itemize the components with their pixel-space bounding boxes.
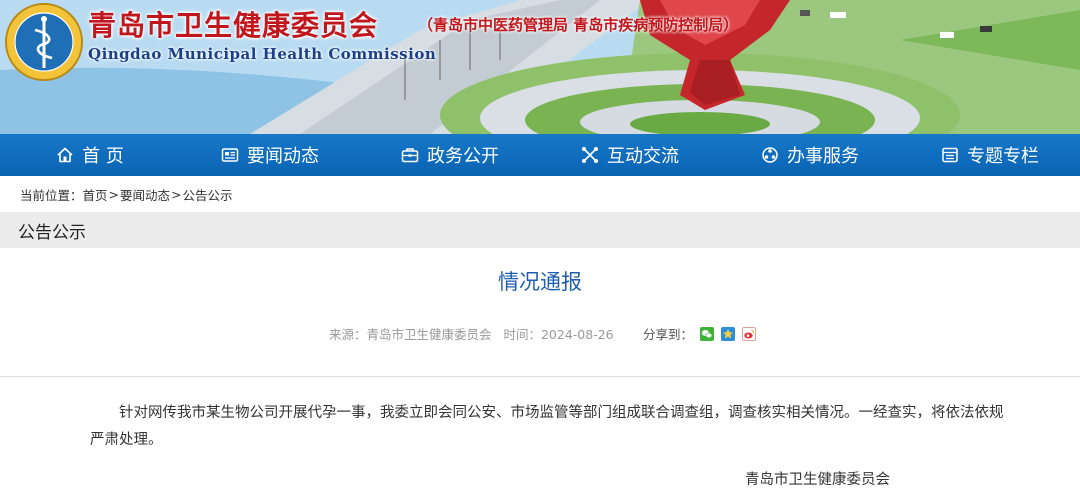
nav-item-label: 要闻动态 — [247, 146, 319, 167]
share-bar: 分享到： — [643, 324, 757, 343]
breadcrumb-separator: > — [171, 186, 182, 202]
nav-item-home[interactable]: 首 页 — [0, 134, 180, 176]
nav-item-news[interactable]: 要闻动态 — [180, 134, 360, 176]
article-body: 针对网传我市某生物公司开展代孕一事，我委立即会同公安、市场监管等部门组成联合调查… — [90, 405, 1004, 448]
breadcrumb-link-news[interactable]: 要闻动态 — [120, 185, 170, 204]
article-title: 情况通报 — [498, 270, 582, 294]
article-meta: 来源：青岛市卫生健康委员会 时间：2024-08-26 分享到： — [0, 324, 1080, 342]
nav-item-special-columns[interactable]: 专题专栏 — [900, 134, 1080, 176]
breadcrumb-prefix: 当前位置： — [20, 187, 83, 203]
service-icon — [761, 146, 779, 164]
publish-date: 2024-08-26 — [540, 327, 614, 342]
home-icon — [56, 146, 74, 164]
main-nav: 首 页 要闻动态 政务公开 互动交流 办事服务 专题专栏 — [0, 134, 1080, 176]
wechat-icon[interactable] — [700, 326, 715, 341]
qzone-icon[interactable] — [721, 326, 736, 341]
share-label: 分享到： — [643, 327, 694, 342]
source-value: 青岛市卫生健康委员会 — [366, 327, 492, 342]
site-subtitle: （青岛市中医药管理局 青岛市疾病预防控制局） — [418, 16, 739, 34]
source-label: 来源： — [329, 327, 367, 342]
breadcrumb-separator: > — [108, 186, 120, 202]
site-title: 青岛市卫生健康委员会 — [88, 9, 379, 42]
nav-item-label: 互动交流 — [607, 146, 679, 167]
interaction-icon — [581, 146, 599, 164]
briefcase-icon — [401, 146, 419, 164]
article-signature: 青岛市卫生健康委员会 — [745, 472, 890, 488]
site-banner: 青岛市卫生健康委员会 （青岛市中医药管理局 青岛市疾病预防控制局） Qingda… — [0, 0, 1080, 134]
news-icon — [221, 146, 239, 164]
nav-item-label: 专题专栏 — [967, 146, 1039, 167]
health-emblem-icon[interactable] — [4, 2, 84, 82]
article-source-date: 来源：青岛市卫生健康委员会 时间：2024-08-26 — [329, 324, 614, 343]
nav-item-label: 首 页 — [82, 146, 124, 167]
site-title-english: Qingdao Municipal Health Commission — [88, 45, 437, 63]
nav-item-label: 办事服务 — [787, 146, 859, 167]
breadcrumb: 当前位置： 首页 > 要闻动态 > 公告公示 — [0, 176, 1080, 212]
nav-item-label: 政务公开 — [427, 146, 499, 167]
breadcrumb-link-notices[interactable]: 公告公示 — [183, 185, 233, 204]
nav-item-interaction[interactable]: 互动交流 — [540, 134, 720, 176]
nav-item-gov-affairs[interactable]: 政务公开 — [360, 134, 540, 176]
section-header: 公告公示 — [0, 212, 1080, 248]
breadcrumb-link-home[interactable]: 首页 — [83, 185, 108, 204]
column-icon — [941, 146, 959, 164]
nav-item-services[interactable]: 办事服务 — [720, 134, 900, 176]
section-title: 公告公示 — [18, 222, 86, 243]
weibo-icon[interactable] — [742, 326, 757, 341]
content-divider — [0, 376, 1080, 377]
time-label: 时间： — [503, 327, 541, 342]
